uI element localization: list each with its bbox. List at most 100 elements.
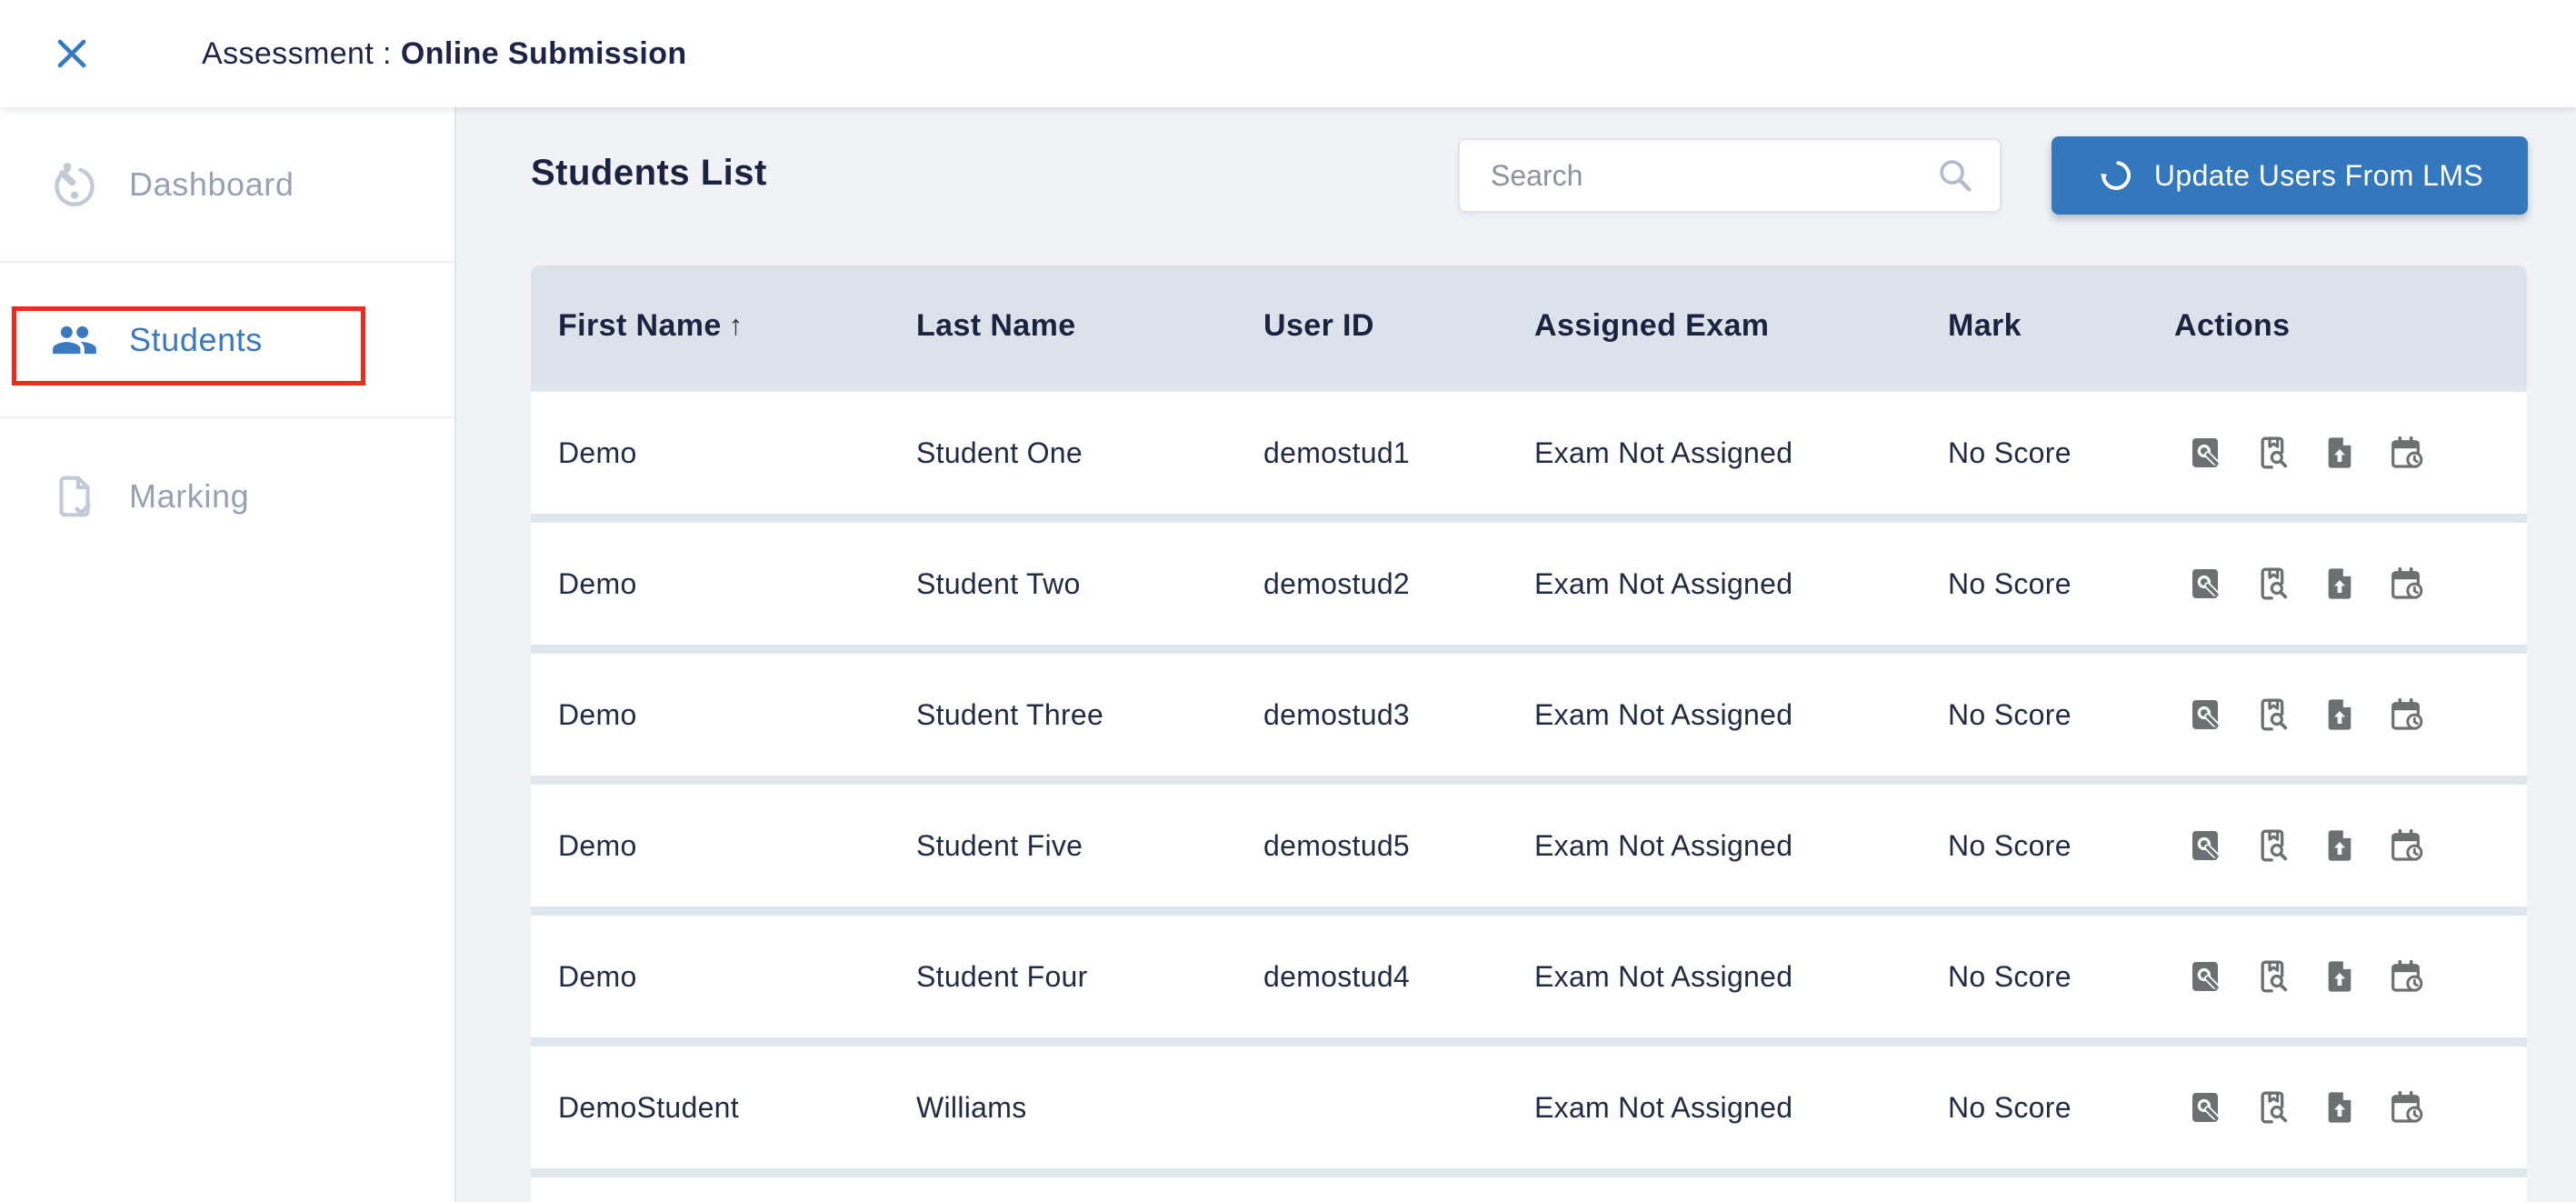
- upload-submission-button[interactable]: [2321, 694, 2358, 736]
- column-header-assigned-exam[interactable]: Assigned Exam: [1534, 308, 1948, 344]
- column-header-user-id[interactable]: User ID: [1263, 308, 1534, 344]
- cell-first-name: Demo: [558, 829, 916, 863]
- upload-submission-button[interactable]: [2321, 563, 2358, 605]
- cell-first-name: Demo: [558, 698, 916, 732]
- cell-first-name: Demo: [558, 567, 916, 601]
- table-row: DemoStudent Williams Exam Not Assigned N…: [531, 1047, 2527, 1168]
- document-search-icon: [2187, 563, 2223, 605]
- view-submission-button[interactable]: [2187, 956, 2223, 997]
- cell-actions: [2174, 563, 2527, 605]
- search-box: [1458, 138, 2002, 213]
- sidebar-item-label: Students: [129, 321, 263, 359]
- students-table: First Name ↑ Last Name User ID Assigned …: [531, 265, 2527, 1202]
- view-submission-button[interactable]: [2187, 694, 2223, 736]
- file-upload-icon: [2321, 694, 2358, 736]
- cell-assigned-exam: Exam Not Assigned: [1534, 698, 1948, 732]
- document-search-icon: [2187, 825, 2223, 866]
- cell-last-name: Student Two: [916, 567, 1263, 601]
- upload-submission-button[interactable]: [2321, 1087, 2358, 1128]
- column-header-actions[interactable]: Actions: [2174, 308, 2527, 344]
- schedule-exam-button[interactable]: [2389, 432, 2425, 474]
- book-search-icon: [2254, 432, 2291, 474]
- sidebar-item-label: Dashboard: [129, 165, 295, 204]
- sidebar: Dashboard Students Marking: [0, 107, 456, 1202]
- stopwatch-gauge-icon: [51, 161, 98, 208]
- view-marking-report-button[interactable]: [2254, 1087, 2291, 1128]
- cell-actions: [2174, 694, 2527, 736]
- cell-assigned-exam: Exam Not Assigned: [1534, 829, 1948, 863]
- cell-assigned-exam: Exam Not Assigned: [1534, 567, 1948, 601]
- view-marking-report-button[interactable]: [2254, 825, 2291, 866]
- people-icon: [51, 316, 98, 364]
- app-header: Assessment :Online Submission: [0, 0, 2576, 107]
- calendar-clock-icon: [2389, 956, 2425, 997]
- document-search-icon: [2187, 956, 2223, 997]
- table-body: Demo Student One demostud1 Exam Not Assi…: [531, 386, 2527, 1202]
- column-header-last-name[interactable]: Last Name: [916, 308, 1263, 344]
- cell-mark: No Score: [1948, 436, 2174, 470]
- sidebar-item-marking[interactable]: Marking: [0, 418, 454, 574]
- cell-user-id: demostud2: [1263, 567, 1534, 601]
- view-submission-button[interactable]: [2187, 1087, 2223, 1128]
- document-check-icon: [51, 473, 98, 520]
- cell-last-name: Student Four: [916, 960, 1263, 994]
- cell-user-id: demostud1: [1263, 436, 1534, 470]
- update-users-from-lms-button[interactable]: Update Users From LMS: [2052, 136, 2528, 215]
- document-search-icon: [2187, 694, 2223, 736]
- column-header-mark[interactable]: Mark: [1948, 308, 2174, 344]
- search-input[interactable]: [1460, 140, 1934, 211]
- sidebar-item-dashboard[interactable]: Dashboard: [0, 107, 454, 263]
- file-upload-icon: [2321, 563, 2358, 605]
- cell-assigned-exam: Exam Not Assigned: [1534, 436, 1948, 470]
- table-row: Demo Student Three demostud3 Exam Not As…: [531, 654, 2527, 776]
- table-header-row: First Name ↑ Last Name User ID Assigned …: [531, 265, 2527, 386]
- close-button[interactable]: [51, 33, 93, 75]
- table-row: Demo Student Five demostud5 Exam Not Ass…: [531, 785, 2527, 907]
- file-upload-icon: [2321, 825, 2358, 866]
- cell-actions: [2174, 432, 2527, 474]
- schedule-exam-button[interactable]: [2389, 694, 2425, 736]
- view-marking-report-button[interactable]: [2254, 563, 2291, 605]
- upload-submission-button[interactable]: [2321, 825, 2358, 866]
- cell-actions: [2174, 956, 2527, 997]
- cell-user-id: demostud5: [1263, 829, 1534, 863]
- file-upload-icon: [2321, 1087, 2358, 1128]
- view-marking-report-button[interactable]: [2254, 956, 2291, 997]
- cell-last-name: Student One: [916, 436, 1263, 470]
- sidebar-item-label: Marking: [129, 477, 249, 516]
- sidebar-item-students[interactable]: Students: [0, 263, 454, 418]
- cell-actions: [2174, 825, 2527, 866]
- cell-last-name: Williams: [916, 1091, 1263, 1125]
- column-header-first-name[interactable]: First Name ↑: [558, 308, 916, 344]
- cell-mark: No Score: [1948, 698, 2174, 732]
- cell-user-id: demostud3: [1263, 698, 1534, 732]
- calendar-clock-icon: [2389, 1087, 2425, 1128]
- page-header-title: Assessment :Online Submission: [202, 36, 687, 72]
- file-upload-icon: [2321, 956, 2358, 997]
- schedule-exam-button[interactable]: [2389, 825, 2425, 866]
- cell-first-name: Demo: [558, 436, 916, 470]
- schedule-exam-button[interactable]: [2389, 563, 2425, 605]
- view-marking-report-button[interactable]: [2254, 432, 2291, 474]
- upload-submission-button[interactable]: [2321, 956, 2358, 997]
- document-search-icon: [2187, 432, 2223, 474]
- cell-mark: No Score: [1948, 567, 2174, 601]
- view-submission-button[interactable]: [2187, 825, 2223, 866]
- cell-mark: No Score: [1948, 960, 2174, 994]
- cell-first-name: DemoStudent: [558, 1091, 916, 1125]
- upload-submission-button[interactable]: [2321, 432, 2358, 474]
- view-submission-button[interactable]: [2187, 563, 2223, 605]
- table-row: Demo Student Two demostud2 Exam Not Assi…: [531, 523, 2527, 645]
- book-search-icon: [2254, 563, 2291, 605]
- schedule-exam-button[interactable]: [2389, 1087, 2425, 1128]
- book-search-icon: [2254, 1087, 2291, 1128]
- cell-first-name: Demo: [558, 960, 916, 994]
- schedule-exam-button[interactable]: [2389, 956, 2425, 997]
- page-title: Students List: [531, 153, 767, 194]
- view-marking-report-button[interactable]: [2254, 694, 2291, 736]
- cell-mark: No Score: [1948, 1091, 2174, 1125]
- cell-user-id: demostud4: [1263, 960, 1534, 994]
- refresh-icon: [2096, 155, 2136, 195]
- calendar-clock-icon: [2389, 694, 2425, 736]
- view-submission-button[interactable]: [2187, 432, 2223, 474]
